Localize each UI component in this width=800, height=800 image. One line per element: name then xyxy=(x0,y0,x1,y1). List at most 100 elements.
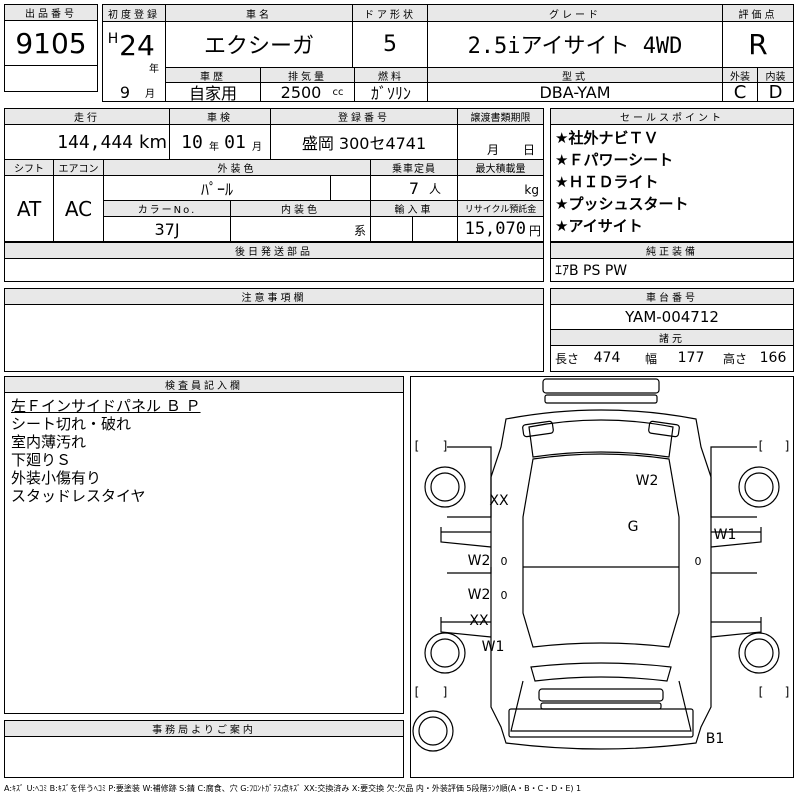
inspection-year: 10 xyxy=(181,131,203,153)
sales-point: ★社外ナビＴＶ xyxy=(555,129,659,147)
transfer-doc-label: 譲渡書類期限 xyxy=(458,109,543,124)
diagram-bracket: [ xyxy=(414,685,420,699)
year-unit: 年 xyxy=(149,63,159,75)
office-notice-box: 事務局よりご案内 xyxy=(4,720,404,778)
sales-points-box: セールスポイント ★社外ナビＴＶ ★Ｆパワーシート ★ＨＩＤライト ★プッシュス… xyxy=(550,108,794,242)
color-no-label: カラーNo. xyxy=(104,201,230,216)
diagram-bracket: [ xyxy=(758,685,764,699)
damage-mark: W2 xyxy=(467,553,491,569)
int-color-label: 内装色 xyxy=(231,201,370,216)
standard-equipment-value: ｴｱB PS PW xyxy=(555,263,628,279)
aircon-value: AC xyxy=(64,196,93,221)
length-value: 474 xyxy=(593,350,621,366)
inspector-note: スタッドレスタイヤ xyxy=(11,487,146,505)
ext-color-value: ﾊﾟｰﾙ xyxy=(200,180,233,199)
damage-mark: W2 xyxy=(635,473,659,489)
height-value: 166 xyxy=(759,350,787,366)
car-name-value: エクシーガ xyxy=(203,34,314,59)
lot-number-value: 9105 xyxy=(15,26,87,60)
capacity-value: 7 xyxy=(408,178,419,198)
shift-label: シフト xyxy=(5,160,53,175)
notes-box: 注意事項欄 xyxy=(4,288,544,372)
damage-mark: XX xyxy=(489,493,509,509)
shift-value: AT xyxy=(16,196,42,221)
displacement-value: 2500 xyxy=(280,82,322,102)
lot-number-cell: 出品番号 9105 xyxy=(4,4,98,92)
damage-diagram-box: [ ] [ ] [ ] [ ] W2 XX G W1 W2 W2 XX W1 B… xyxy=(410,376,794,778)
height-label: 高さ xyxy=(722,351,747,366)
grade-value: 2.5iアイサイト 4WD xyxy=(467,34,683,59)
legend-text: A:ｷｽﾞ U:ﾍｺﾐ B:ｷｽﾞを伴うﾍｺﾐ P:要塗装 W:補修跡 S:錆 … xyxy=(4,783,582,793)
inspector-notes-label: 検査員記入欄 xyxy=(5,377,403,392)
standard-equipment-box: 純正装備 ｴｱB PS PW xyxy=(550,242,794,282)
diagram-bracket: ] xyxy=(784,439,790,453)
notes-label: 注意事項欄 xyxy=(5,289,543,304)
door-value: 5 xyxy=(383,31,397,57)
sales-point: ★Ｆパワーシート xyxy=(555,151,674,169)
recycle-label: リサイクル預託金 xyxy=(458,201,543,216)
diagram-bracket: ] xyxy=(442,685,448,699)
fuel-value: ｶﾞｿﾘﾝ xyxy=(370,84,411,103)
sales-point: ★プッシュスタート xyxy=(555,195,689,213)
mileage-unit: km xyxy=(139,131,167,153)
inspector-note: 下廻りＳ xyxy=(11,451,72,469)
import-label: 輸入車 xyxy=(371,201,457,216)
header-grid: 初度登録 車名 ドア形状 グレード 評価点 H 24 年 エクシーガ 5 2.5… xyxy=(102,4,794,103)
later-parts-box: 後日発送部品 xyxy=(4,242,544,282)
transfer-month-unit: 月 xyxy=(486,142,499,157)
model-label: 型式 xyxy=(428,68,722,83)
inspector-notes-box: 検査員記入欄 左Ｆインサイドパネル Ｂ Ｐ シート切れ・破れ 室内薄汚れ 下廻り… xyxy=(4,376,404,714)
month-value: 9 xyxy=(119,82,131,102)
mileage-label: 走行 xyxy=(5,109,169,124)
lot-number-label: 出品番号 xyxy=(5,5,97,21)
inspection-month-unit: 月 xyxy=(252,141,262,153)
grade-label: グレード xyxy=(428,5,722,21)
later-parts-label: 後日発送部品 xyxy=(5,243,543,258)
reg-number-label: 登録番号 xyxy=(271,109,457,124)
sales-points-list: ★社外ナビＴＶ ★Ｆパワーシート ★ＨＩＤライト ★プッシュスタート ★アイサイ… xyxy=(555,127,791,237)
recycle-unit: 円 xyxy=(528,223,541,238)
diagram-bracket: ] xyxy=(784,685,790,699)
month-unit: 月 xyxy=(145,88,155,100)
damage-mark: W1 xyxy=(713,527,737,543)
inspector-note: シート切れ・破れ xyxy=(11,415,132,433)
reg-number-value: 盛岡 300セ4741 xyxy=(301,134,427,153)
recycle-value: 15,070 xyxy=(464,219,526,239)
office-notice-label: 事務局よりご案内 xyxy=(5,721,403,736)
chassis-label: 車台番号 xyxy=(551,289,793,304)
damage-mark: W2 xyxy=(467,587,491,603)
sales-points-label: セールスポイント xyxy=(551,109,793,124)
vehicle-detail-grid: 走行 車検 登録番号 譲渡書類期限 144,444 km 10 年 01 月 盛… xyxy=(4,108,544,242)
model-value: DBA-YAM xyxy=(539,82,611,102)
specs-label: 諸元 xyxy=(551,330,793,345)
inspection-label: 車検 xyxy=(170,109,270,124)
car-name-label: 車名 xyxy=(166,5,352,21)
transfer-day-unit: 日 xyxy=(522,142,535,157)
car-outline-diagram xyxy=(412,378,780,752)
history-value: 自家用 xyxy=(188,84,237,103)
inspector-notes-list: 左Ｆインサイドパネル Ｂ Ｐ シート切れ・破れ 室内薄汚れ 下廻りＳ 外装小傷有… xyxy=(11,397,401,505)
sales-point: ★ＨＩＤライト xyxy=(555,173,659,191)
sales-point: ★アイサイト xyxy=(555,217,643,235)
mileage-value: 144,444 xyxy=(57,131,133,153)
door-label: ドア形状 xyxy=(353,5,427,21)
inspection-month: 01 xyxy=(224,131,246,153)
score-value: R xyxy=(748,27,768,61)
max-load-label: 最大積載量 xyxy=(458,160,543,175)
int-color-unit: 系 xyxy=(353,223,366,238)
interior-label: 内装 xyxy=(758,68,793,83)
capacity-unit: 人 xyxy=(428,181,441,196)
exterior-label: 外装 xyxy=(723,68,757,83)
capacity-label: 乗車定員 xyxy=(371,160,457,175)
max-load-unit: kg xyxy=(524,183,539,197)
damage-mark: B1 xyxy=(705,731,725,747)
displacement-label: 排気量 xyxy=(261,68,354,83)
inspection-year-unit: 年 xyxy=(209,141,219,153)
chassis-specs-box: 車台番号 YAM-004712 諸元 長さ 474 幅 177 高さ 166 xyxy=(550,288,794,372)
damage-zero: 0 xyxy=(500,554,508,568)
standard-equipment-label: 純正装備 xyxy=(551,243,793,258)
first-reg-label: 初度登録 xyxy=(103,5,165,21)
length-label: 長さ xyxy=(555,351,580,366)
interior-value: D xyxy=(768,81,783,103)
damage-mark: W1 xyxy=(481,639,505,655)
